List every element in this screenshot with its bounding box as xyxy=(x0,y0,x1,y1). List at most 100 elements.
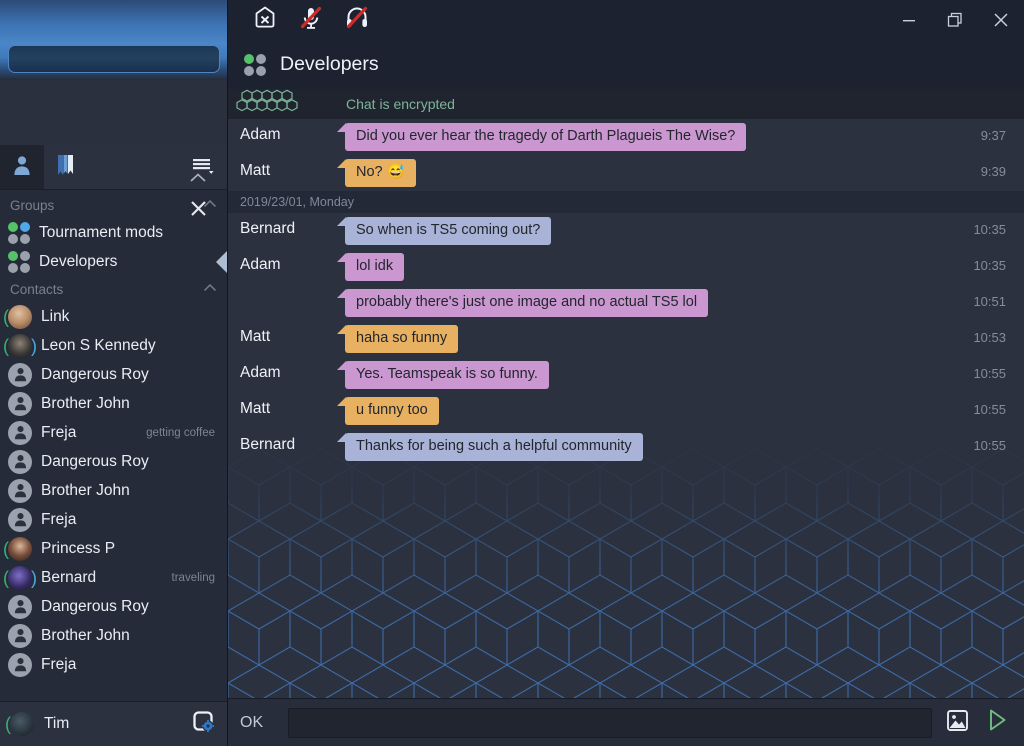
sidebar-contact-row[interactable]: () Bernard traveling xyxy=(0,563,227,592)
message-bubble[interactable]: No? 😅 xyxy=(337,159,416,187)
group-dot xyxy=(8,251,18,261)
sidebar-contact-row[interactable]: Brother John xyxy=(0,476,227,505)
sidebar-contact-row[interactable]: (Link xyxy=(0,302,227,331)
sidebar-group-row[interactable]: Developers xyxy=(0,247,227,276)
chat-area[interactable]: Chat is encrypted Adam Did you ever hear … xyxy=(228,89,1024,698)
sidebar-contact-row[interactable]: () Leon S Kennedy xyxy=(0,331,227,360)
messages-before-divider: Adam Did you ever hear the tragedy of Dar… xyxy=(228,119,1024,191)
attach-image-button[interactable] xyxy=(942,707,972,739)
message-text: Thanks for being such a helpful communit… xyxy=(356,438,632,454)
send-button[interactable] xyxy=(982,707,1012,739)
group-icon xyxy=(8,251,30,273)
avatar xyxy=(8,652,32,677)
message-bubble[interactable]: So when is TS5 coming out? xyxy=(336,217,552,245)
sidebar-item-label: Leon S Kennedy xyxy=(41,336,156,354)
sidebar-item-label: Brother John xyxy=(41,394,130,412)
sidebar-contact-row[interactable]: Dangerous Roy xyxy=(0,592,227,621)
message-text: u funny too xyxy=(356,402,428,418)
teamspeak-window: Groups Tournament mods Developers Contacts (… xyxy=(0,0,1024,746)
sidebar-group-row[interactable]: Tournament mods xyxy=(0,218,227,247)
chat-message[interactable]: Matt u funny too 10:55 xyxy=(228,393,1024,429)
message-bubble-wrap: Did you ever hear the tragedy of Darth P… xyxy=(336,123,950,151)
default-avatar-icon xyxy=(8,507,32,532)
gear-icon xyxy=(192,710,216,739)
contacts-tab[interactable] xyxy=(0,145,44,189)
sidebar-user-bar: ( Tim xyxy=(0,701,227,746)
close-button[interactable] xyxy=(978,0,1024,40)
message-bubble[interactable]: lol idk xyxy=(336,253,405,281)
sidebar-item-label: Dangerous Roy xyxy=(41,597,149,615)
message-timestamp: 10:35 xyxy=(973,222,1006,237)
message-text: No? 😅 xyxy=(356,164,405,180)
encrypted-banner: Chat is encrypted xyxy=(228,89,1024,119)
sidebar-contact-row[interactable]: Freja xyxy=(0,650,227,679)
chat-message[interactable]: Bernard So when is TS5 coming out? 10:35 xyxy=(228,213,1024,249)
message-bubble[interactable]: probably there's just one image and no a… xyxy=(336,289,709,317)
chat-message[interactable]: Adam Yes. Teamspeak is so funny. 10:55 xyxy=(228,357,1024,393)
minimize-button[interactable] xyxy=(886,0,932,40)
message-author: Bernard xyxy=(240,220,296,237)
message-bubble[interactable]: u funny too xyxy=(337,397,439,425)
group-dot xyxy=(8,234,18,244)
user-avatar-image xyxy=(10,712,34,736)
sidebar-contact-row[interactable]: Brother John xyxy=(0,389,227,418)
messages-after-divider: Bernard So when is TS5 coming out? 10:35 Ad… xyxy=(228,213,1024,465)
group-icon xyxy=(244,54,266,76)
sound-mute-button[interactable] xyxy=(334,0,380,40)
message-bubble[interactable]: Thanks for being such a helpful communit… xyxy=(337,433,643,461)
active-channel-pointer-icon xyxy=(216,250,227,273)
message-text: Did you ever hear the tragedy of Darth P… xyxy=(356,128,736,144)
chat-message[interactable]: Matt No? 😅 9:39 xyxy=(228,155,1024,191)
maximize-button[interactable] xyxy=(932,0,978,40)
chat-message[interactable]: Adam Did you ever hear the tragedy of Dar… xyxy=(228,119,1024,155)
collapse-chevron-icon[interactable] xyxy=(189,172,207,185)
avatar xyxy=(8,623,32,648)
message-bubble[interactable]: Yes. Teamspeak is so funny. xyxy=(337,361,549,389)
sidebar-contact-row[interactable]: Dangerous Roy xyxy=(0,360,227,389)
group-dot xyxy=(8,263,18,273)
sidebar-contact-row[interactable]: Dangerous Roy xyxy=(0,447,227,476)
chevron-up-icon[interactable] xyxy=(203,283,217,295)
group-dot xyxy=(244,54,254,64)
sidebar-item-label: Brother John xyxy=(41,481,130,499)
message-bubble-wrap: probably there's just one image and no a… xyxy=(336,289,950,317)
group-dot xyxy=(256,66,266,76)
encrypted-banner-label: Chat is encrypted xyxy=(346,96,455,112)
message-bubble[interactable]: Did you ever hear the tragedy of Darth P… xyxy=(336,123,747,151)
chat-message[interactable]: probably there's just one image and no a… xyxy=(228,285,1024,321)
sidebar-banner xyxy=(0,0,227,80)
bookmarks-tab[interactable] xyxy=(44,145,88,189)
chat-message[interactable]: Bernard Thanks for being such a helpful c… xyxy=(228,429,1024,465)
microphone-mute-button[interactable] xyxy=(288,0,334,40)
sidebar-item-label: Freja xyxy=(41,655,77,673)
avatar: ( xyxy=(5,712,34,736)
chat-message[interactable]: Matt haha so funny 10:53 xyxy=(228,321,1024,357)
sidebar-banner-field[interactable] xyxy=(8,45,220,73)
message-author: Matt xyxy=(240,162,271,179)
message-bubble[interactable]: haha so funny xyxy=(336,325,459,353)
avatar-image xyxy=(8,333,32,358)
sidebar-contact-row[interactable]: Freja xyxy=(0,505,227,534)
avatar-image xyxy=(8,304,32,329)
sidebar-controls xyxy=(0,80,227,216)
tab-spacer xyxy=(88,145,179,189)
sidebar-section-header[interactable]: Contacts xyxy=(0,276,227,302)
sidebar-contact-row[interactable]: Brother John xyxy=(0,621,227,650)
message-timestamp: 10:55 xyxy=(973,366,1006,381)
message-input[interactable] xyxy=(288,707,932,738)
message-timestamp: 9:37 xyxy=(980,128,1006,143)
avatar xyxy=(8,594,32,619)
bookmark-icon xyxy=(53,152,79,183)
message-timestamp: 10:51 xyxy=(973,294,1006,309)
chat-message[interactable]: Adam lol idk 10:35 xyxy=(228,249,1024,285)
sidebar-contact-row[interactable]: Freja getting coffee xyxy=(0,418,227,447)
sidebar-item-label: Tournament mods xyxy=(39,223,164,241)
message-author: Matt xyxy=(240,328,271,345)
default-avatar-icon xyxy=(8,652,32,677)
disconnect-button[interactable] xyxy=(242,0,288,40)
sidebar-contact-row[interactable]: (Princess P xyxy=(0,534,227,563)
settings-button[interactable] xyxy=(191,710,217,739)
close-icon[interactable] xyxy=(190,200,207,220)
message-bubble-wrap: lol idk xyxy=(336,253,950,281)
group-dot xyxy=(244,66,254,76)
